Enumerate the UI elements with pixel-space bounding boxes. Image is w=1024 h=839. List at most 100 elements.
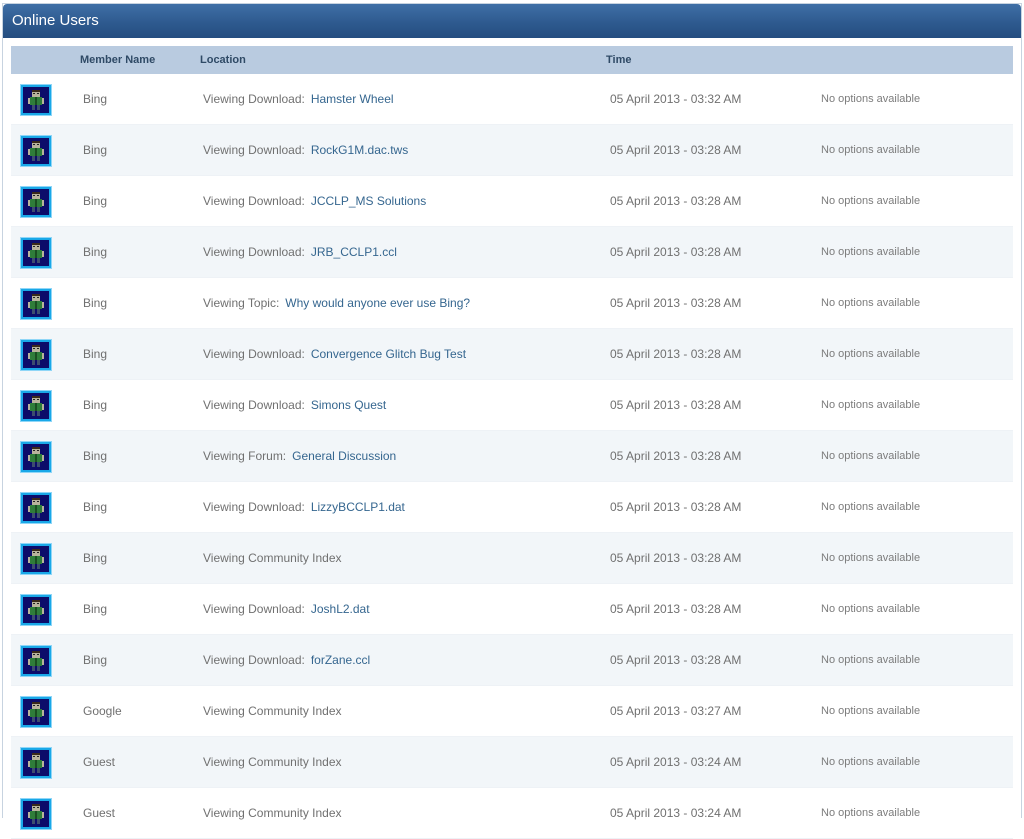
location-link[interactable]: Hamster Wheel bbox=[311, 92, 394, 106]
table-body: Bing Viewing Download: Hamster Wheel 05 Apr… bbox=[11, 74, 1013, 839]
location-link[interactable]: JoshL2.dat bbox=[311, 602, 370, 616]
activity-time: 05 April 2013 - 03:28 AM bbox=[610, 449, 742, 463]
options-text: No options available bbox=[821, 348, 921, 360]
member-name[interactable]: Bing bbox=[83, 449, 107, 463]
location-prefix: Viewing Topic: bbox=[203, 296, 280, 310]
member-name[interactable]: Guest bbox=[83, 806, 115, 820]
options-text: No options available bbox=[821, 552, 921, 564]
table-row: Bing Viewing Forum: General Discussion 05 A… bbox=[11, 431, 1013, 482]
default-avatar-icon[interactable] bbox=[21, 646, 51, 676]
options-text: No options available bbox=[821, 450, 921, 462]
options-text: No options available bbox=[821, 297, 921, 309]
location-cell: Viewing Download: Convergence Glitch Bug … bbox=[203, 347, 466, 361]
table-row: Google Viewing Community Index 05 April 20… bbox=[11, 686, 1013, 737]
activity-time: 05 April 2013 - 03:32 AM bbox=[610, 92, 742, 106]
location-prefix: Viewing Download: bbox=[203, 398, 305, 412]
default-avatar-icon[interactable] bbox=[21, 544, 51, 574]
member-name[interactable]: Bing bbox=[83, 500, 107, 514]
table-row: Bing Viewing Community Index 05 April 2013… bbox=[11, 533, 1013, 584]
default-avatar-icon[interactable] bbox=[21, 442, 51, 472]
default-avatar-icon[interactable] bbox=[21, 136, 51, 166]
table-row: Bing Viewing Download: LizzyBCCLP1.dat 05 A… bbox=[11, 482, 1013, 533]
member-name[interactable]: Bing bbox=[83, 347, 107, 361]
options-text: No options available bbox=[821, 144, 921, 156]
table-row: Bing Viewing Download: forZane.ccl 05 April… bbox=[11, 635, 1013, 686]
location-prefix: Viewing Download: bbox=[203, 245, 305, 259]
options-text: No options available bbox=[821, 195, 921, 207]
default-avatar-icon[interactable] bbox=[21, 391, 51, 421]
default-avatar-icon[interactable] bbox=[21, 238, 51, 268]
member-name[interactable]: Bing bbox=[83, 194, 107, 208]
location-prefix: Viewing Download: bbox=[203, 194, 305, 208]
activity-time: 05 April 2013 - 03:28 AM bbox=[610, 551, 742, 565]
location-link[interactable]: RockG1M.dac.tws bbox=[311, 143, 408, 157]
table-row: Bing Viewing Download: Hamster Wheel 05 Apr… bbox=[11, 74, 1013, 125]
activity-time: 05 April 2013 - 03:28 AM bbox=[610, 143, 742, 157]
location-link[interactable]: Why would anyone ever use Bing? bbox=[285, 296, 470, 310]
table-row: Bing Viewing Download: Convergence Glitch … bbox=[11, 329, 1013, 380]
column-time[interactable]: Time bbox=[606, 54, 631, 66]
location-prefix: Viewing Community Index bbox=[203, 551, 342, 565]
default-avatar-icon[interactable] bbox=[21, 595, 51, 625]
online-users-panel: Online Users Member Name Location Time B… bbox=[2, 3, 1022, 839]
member-name[interactable]: Bing bbox=[83, 551, 107, 565]
default-avatar-icon[interactable] bbox=[21, 748, 51, 778]
default-avatar-icon[interactable] bbox=[21, 493, 51, 523]
options-text: No options available bbox=[821, 807, 921, 819]
member-name[interactable]: Bing bbox=[83, 92, 107, 106]
default-avatar-icon[interactable] bbox=[21, 187, 51, 217]
location-cell: Viewing Forum: General Discussion bbox=[203, 449, 396, 463]
location-link[interactable]: JCCLP_MS Solutions bbox=[311, 194, 426, 208]
location-prefix: Viewing Forum: bbox=[203, 449, 287, 463]
location-prefix: Viewing Community Index bbox=[203, 704, 342, 718]
location-cell: Viewing Download: JCCLP_MS Solutions bbox=[203, 194, 426, 208]
default-avatar-icon[interactable] bbox=[21, 340, 51, 370]
options-text: No options available bbox=[821, 603, 921, 615]
location-link[interactable]: JRB_CCLP1.ccl bbox=[311, 245, 397, 259]
column-member-name[interactable]: Member Name bbox=[80, 54, 155, 66]
location-link[interactable]: General Discussion bbox=[292, 449, 396, 463]
default-avatar-icon[interactable] bbox=[21, 799, 51, 829]
location-cell: Viewing Community Index bbox=[203, 551, 348, 565]
member-name[interactable]: Bing bbox=[83, 245, 107, 259]
activity-time: 05 April 2013 - 03:28 AM bbox=[610, 245, 742, 259]
location-cell: Viewing Download: JRB_CCLP1.ccl bbox=[203, 245, 397, 259]
column-location[interactable]: Location bbox=[200, 54, 246, 66]
member-name[interactable]: Guest bbox=[83, 755, 115, 769]
table-row: Bing Viewing Download: JoshL2.dat 05 April … bbox=[11, 584, 1013, 635]
options-text: No options available bbox=[821, 501, 921, 513]
location-link[interactable]: Simons Quest bbox=[311, 398, 386, 412]
activity-time: 05 April 2013 - 03:28 AM bbox=[610, 653, 742, 667]
default-avatar-icon[interactable] bbox=[21, 85, 51, 115]
location-link[interactable]: Convergence Glitch Bug Test bbox=[311, 347, 466, 361]
options-text: No options available bbox=[821, 399, 921, 411]
table-row: Bing Viewing Download: RockG1M.dac.tws 05 A… bbox=[11, 125, 1013, 176]
location-cell: Viewing Download: LizzyBCCLP1.dat bbox=[203, 500, 405, 514]
table-row: Bing Viewing Download: Simons Quest 05 Apri… bbox=[11, 380, 1013, 431]
location-prefix: Viewing Download: bbox=[203, 653, 305, 667]
location-prefix: Viewing Download: bbox=[203, 500, 305, 514]
location-link[interactable]: LizzyBCCLP1.dat bbox=[311, 500, 405, 514]
online-users-table: Member Name Location Time Bing Viewing Do… bbox=[11, 46, 1013, 839]
member-name[interactable]: Bing bbox=[83, 296, 107, 310]
options-text: No options available bbox=[821, 654, 921, 666]
member-name[interactable]: Bing bbox=[83, 143, 107, 157]
table-row: Guest Viewing Community Index 05 April 201… bbox=[11, 737, 1013, 788]
default-avatar-icon[interactable] bbox=[21, 697, 51, 727]
member-name[interactable]: Bing bbox=[83, 398, 107, 412]
location-link[interactable]: forZane.ccl bbox=[311, 653, 370, 667]
member-name[interactable]: Google bbox=[83, 704, 122, 718]
activity-time: 05 April 2013 - 03:28 AM bbox=[610, 296, 742, 310]
location-prefix: Viewing Download: bbox=[203, 143, 305, 157]
location-cell: Viewing Download: JoshL2.dat bbox=[203, 602, 370, 616]
location-prefix: Viewing Download: bbox=[203, 92, 305, 106]
location-cell: Viewing Download: Simons Quest bbox=[203, 398, 386, 412]
location-prefix: Viewing Community Index bbox=[203, 806, 342, 820]
activity-time: 05 April 2013 - 03:28 AM bbox=[610, 602, 742, 616]
member-name[interactable]: Bing bbox=[83, 602, 107, 616]
options-text: No options available bbox=[821, 93, 921, 105]
options-text: No options available bbox=[821, 246, 921, 258]
member-name[interactable]: Bing bbox=[83, 653, 107, 667]
location-cell: Viewing Download: Hamster Wheel bbox=[203, 92, 394, 106]
default-avatar-icon[interactable] bbox=[21, 289, 51, 319]
